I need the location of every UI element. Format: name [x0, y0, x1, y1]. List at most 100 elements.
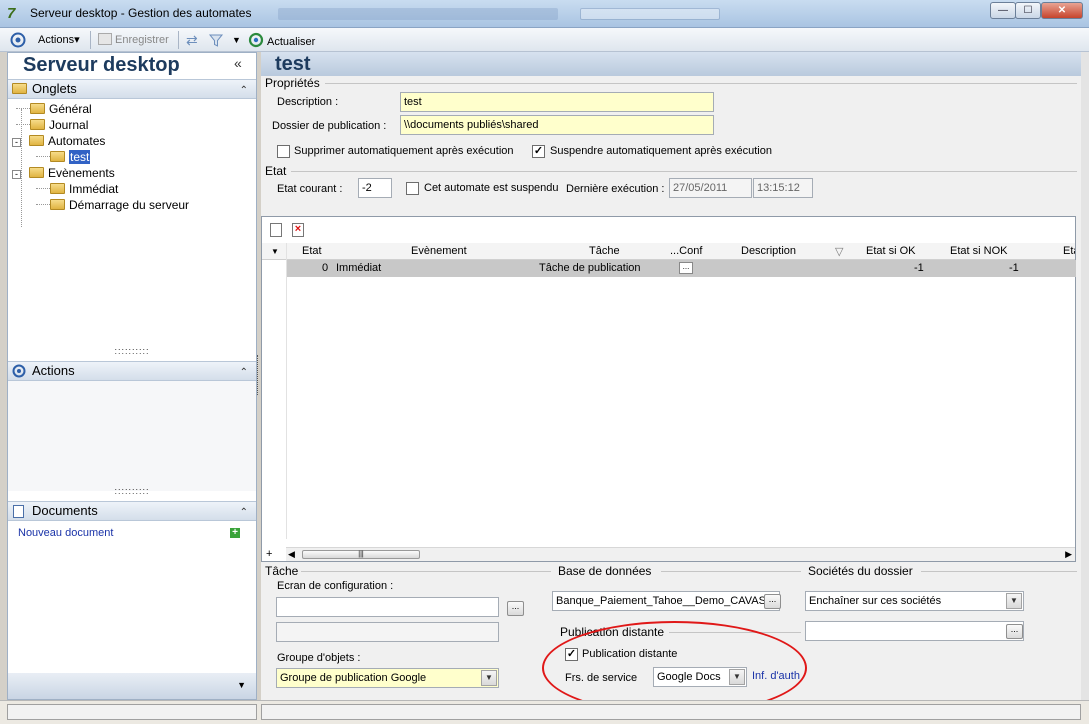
description-label: Description : [277, 96, 339, 108]
add-icon[interactable]: + [230, 528, 240, 538]
toolbar: Actions▾ Enregistrer ⇄ ▼ Actualiser [0, 28, 1089, 52]
folder-icon [50, 199, 65, 210]
societies-select[interactable]: Enchaîner sur ces sociétés ▼ [805, 591, 1024, 611]
filter-dropdown-icon[interactable]: ▼ [232, 32, 241, 48]
collapse-panel-icon[interactable]: « [234, 55, 242, 71]
tree-item-evenements[interactable]: - Evènements [12, 165, 115, 181]
object-group-select[interactable]: Groupe de publication Google ▼ [276, 668, 499, 688]
config-secondary-field [276, 622, 499, 642]
actions-icon[interactable] [10, 32, 27, 48]
tree-collapse-icon[interactable]: - [12, 138, 21, 147]
actions-section-header[interactable]: Actions ⌃ [8, 361, 256, 381]
tree-item-general[interactable]: Général [16, 101, 92, 117]
sync-icon[interactable]: ⇄ [186, 32, 198, 48]
config-screen-label: Ecran de configuration : [277, 580, 394, 592]
tree-item-demarrage[interactable]: Démarrage du serveur [36, 197, 189, 213]
object-group-label: Groupe d'objets : [277, 652, 361, 664]
refresh-label: Actualiser [267, 36, 316, 48]
left-panel: Serveur desktop « Onglets ⌃ Général Jour… [7, 52, 257, 700]
new-row-icon[interactable] [270, 223, 282, 237]
tree-collapse-icon[interactable]: - [12, 170, 21, 179]
database-browse-button[interactable]: ... [764, 594, 781, 609]
left-panel-footer: ▼ [8, 673, 256, 699]
societies-value: Enchaîner sur ces sociétés [809, 595, 942, 607]
maximize-button[interactable]: ☐ [1015, 2, 1041, 19]
auto-delete-checkbox[interactable] [277, 145, 290, 158]
current-state-field[interactable]: -2 [358, 178, 392, 198]
expand-icon[interactable]: + [266, 548, 272, 560]
societies-extra-field[interactable] [805, 621, 1024, 641]
current-state-label: Etat courant : [277, 183, 343, 195]
automation-grid: × ▼ Etat Evènement Tâche ...Conf Descrip… [261, 216, 1076, 562]
actions-menu-button[interactable]: Actions▾ [38, 32, 80, 48]
scroll-right-icon[interactable]: ▶ [1065, 549, 1072, 560]
last-exec-label: Dernière exécution : [566, 183, 665, 195]
column-header-etat[interactable]: Etat [302, 245, 322, 259]
horizontal-scrollbar[interactable]: ◀ ||| ▶ [286, 547, 1075, 561]
delete-row-icon[interactable]: × [292, 223, 304, 237]
column-header-description[interactable]: Description [741, 245, 796, 259]
object-group-value: Groupe de publication Google [280, 672, 427, 684]
page-title: test [261, 52, 1081, 76]
folder-icon [30, 103, 45, 114]
actions-section-icon [12, 364, 26, 378]
database-field[interactable]: Banque_Paiement_Tahoe__Demo_CAVAS [552, 591, 780, 611]
title-bar: 7 Serveur desktop - Gestion des automate… [0, 0, 1089, 28]
suspended-label: Cet automate est suspendu [424, 182, 559, 194]
row-selector-icon[interactable]: ▼ [271, 247, 279, 256]
chevron-down-icon[interactable]: ▼ [1006, 593, 1022, 609]
column-header-nok[interactable]: Etat si NOK [950, 245, 1007, 259]
societies-group-title: Sociétés du dossier [808, 564, 913, 578]
tree-item-automates[interactable]: - Automates [12, 133, 105, 149]
status-cell [261, 704, 1081, 720]
collapse-chevron-icon[interactable]: ⌃ [240, 82, 248, 100]
collapse-chevron-icon[interactable]: ⌃ [240, 504, 248, 522]
column-header-ok[interactable]: Etat si OK [866, 245, 916, 259]
suspended-checkbox[interactable] [406, 182, 419, 195]
new-document-link[interactable]: Nouveau document [18, 527, 113, 539]
refresh-button[interactable]: Actualiser [248, 32, 315, 48]
collapse-chevron-icon[interactable]: ⌃ [240, 364, 248, 382]
config-browse-button[interactable]: ... [507, 601, 524, 616]
table-row[interactable]: 0 Immédiat Tâche de publication ... -1 -… [286, 260, 1076, 277]
auto-suspend-checkbox[interactable]: ✓ [532, 145, 545, 158]
chevron-down-icon[interactable]: ▼ [237, 680, 246, 690]
splitter-handle[interactable]: :::::::::: [8, 487, 256, 497]
config-screen-field[interactable] [276, 597, 499, 617]
save-button[interactable]: Enregistrer [98, 32, 169, 48]
societies-browse-button[interactable]: ... [1006, 624, 1023, 639]
tree-label: Démarrage du serveur [69, 198, 190, 212]
filter-icon[interactable] [208, 32, 224, 48]
column-header-tache[interactable]: Tâche [589, 245, 620, 259]
minimize-button[interactable]: — [990, 2, 1016, 19]
tree-view: Général Journal - Automates test - Evèneme… [12, 101, 252, 227]
sort-icon[interactable]: ▽ [835, 245, 843, 259]
documents-section-header[interactable]: Documents ⌃ [8, 501, 256, 521]
tree-item-test[interactable]: test [36, 149, 91, 165]
column-header-evenement[interactable]: Evènement [411, 245, 467, 259]
onglets-section-header[interactable]: Onglets ⌃ [8, 79, 256, 99]
last-exec-date-field: 27/05/2011 [669, 178, 752, 198]
description-field[interactable]: test [400, 92, 714, 112]
column-header-truncated[interactable]: Eta [1063, 245, 1075, 259]
document-icon [13, 505, 24, 518]
toolbar-separator [178, 31, 179, 49]
chevron-down-icon[interactable]: ▼ [481, 670, 497, 686]
publication-folder-field[interactable]: \\documents publiés\shared [400, 115, 714, 135]
tree-item-immediat[interactable]: Immédiat [36, 181, 118, 197]
tree-label: Journal [49, 118, 89, 132]
folder-open-icon [50, 151, 65, 162]
ghost-combo [580, 8, 720, 20]
folder-icon [30, 119, 45, 130]
cell-nok: -1 [1009, 262, 1019, 274]
close-button[interactable]: ✕ [1041, 2, 1083, 19]
cell-conf-button[interactable]: ... [679, 262, 693, 274]
group-divider [661, 571, 801, 572]
tree-item-journal[interactable]: Journal [16, 117, 88, 133]
vertical-splitter[interactable] [257, 355, 260, 395]
documents-section-title: Documents [32, 503, 98, 518]
splitter-handle[interactable]: :::::::::: [8, 347, 256, 357]
scroll-left-icon[interactable]: ◀ [288, 549, 295, 560]
column-header-conf[interactable]: ...Conf [670, 245, 702, 259]
scroll-thumb[interactable]: ||| [302, 550, 420, 559]
